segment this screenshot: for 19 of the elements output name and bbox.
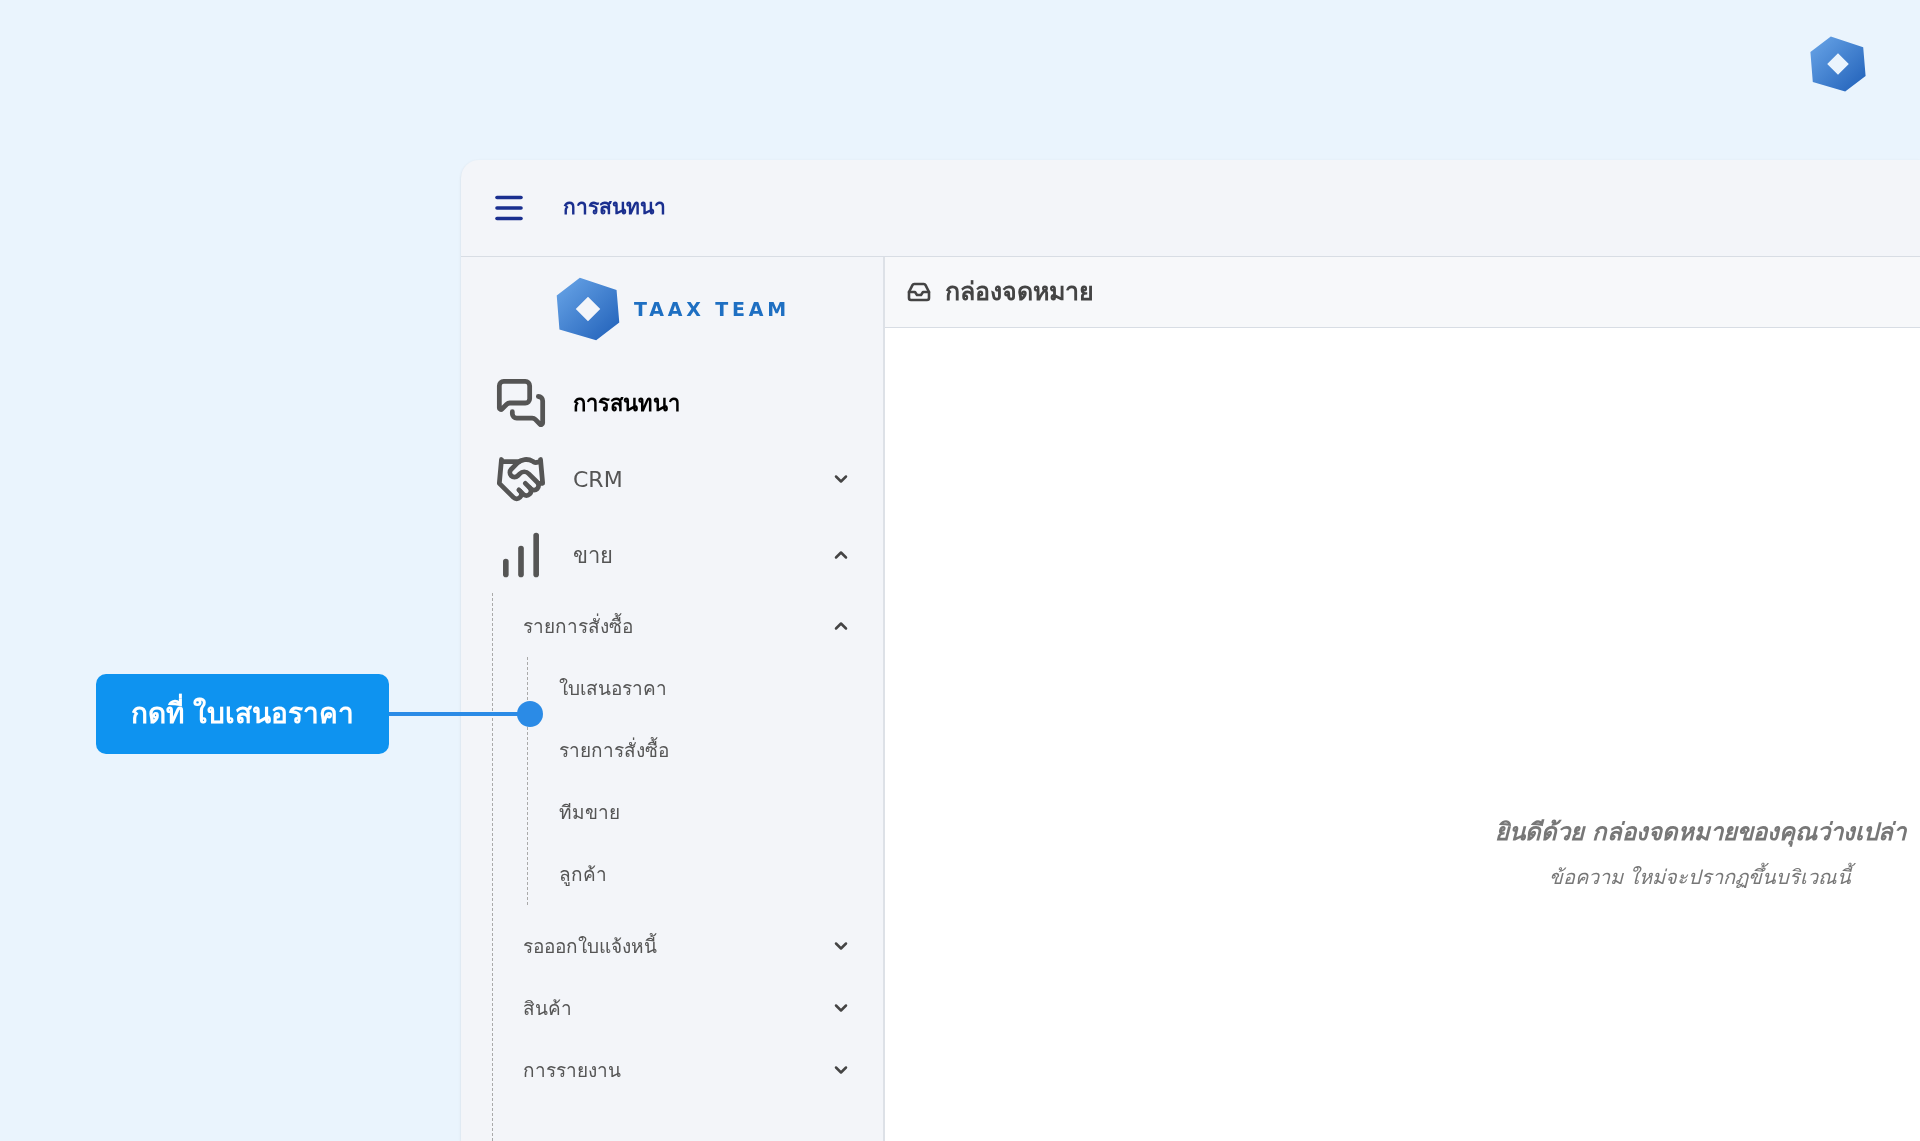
nav-subitem[interactable]: ใบเสนอราคา — [559, 657, 851, 719]
chat-bubbles-icon — [495, 377, 547, 429]
callout-label: กดที่ ใบเสนอราคา — [96, 674, 389, 754]
nav-subitem[interactable]: รายการสั่งซื้อ — [523, 595, 851, 657]
nav-subitem[interactable]: การรายงาน — [523, 1039, 851, 1101]
nav-subitem[interactable]: ลูกค้า — [559, 843, 851, 905]
inbox-title: กล่องจดหมาย — [945, 276, 1094, 309]
nav-item[interactable]: CRM — [495, 441, 851, 517]
nav-subitem[interactable]: สินค้า — [523, 977, 851, 1039]
brand-name: TAAX TEAM — [634, 296, 790, 322]
nav-subitem[interactable]: รายการสั่งซื้อ — [559, 719, 851, 781]
nav-subitem[interactable]: รอออกใบแจ้งหนี้ — [523, 915, 851, 977]
nav-item[interactable]: การสนทนา — [495, 365, 851, 441]
logo-icon — [1808, 34, 1868, 94]
inbox-icon — [907, 280, 931, 304]
empty-title: ยินดีด้วย กล่องจดหมายของคุณว่างเปล่า — [1494, 817, 1906, 849]
nav-subitem[interactable]: ทีมขาย — [559, 781, 851, 843]
nav-item[interactable]: ขาย — [495, 517, 851, 593]
header-title: การสนทนา — [563, 194, 666, 222]
